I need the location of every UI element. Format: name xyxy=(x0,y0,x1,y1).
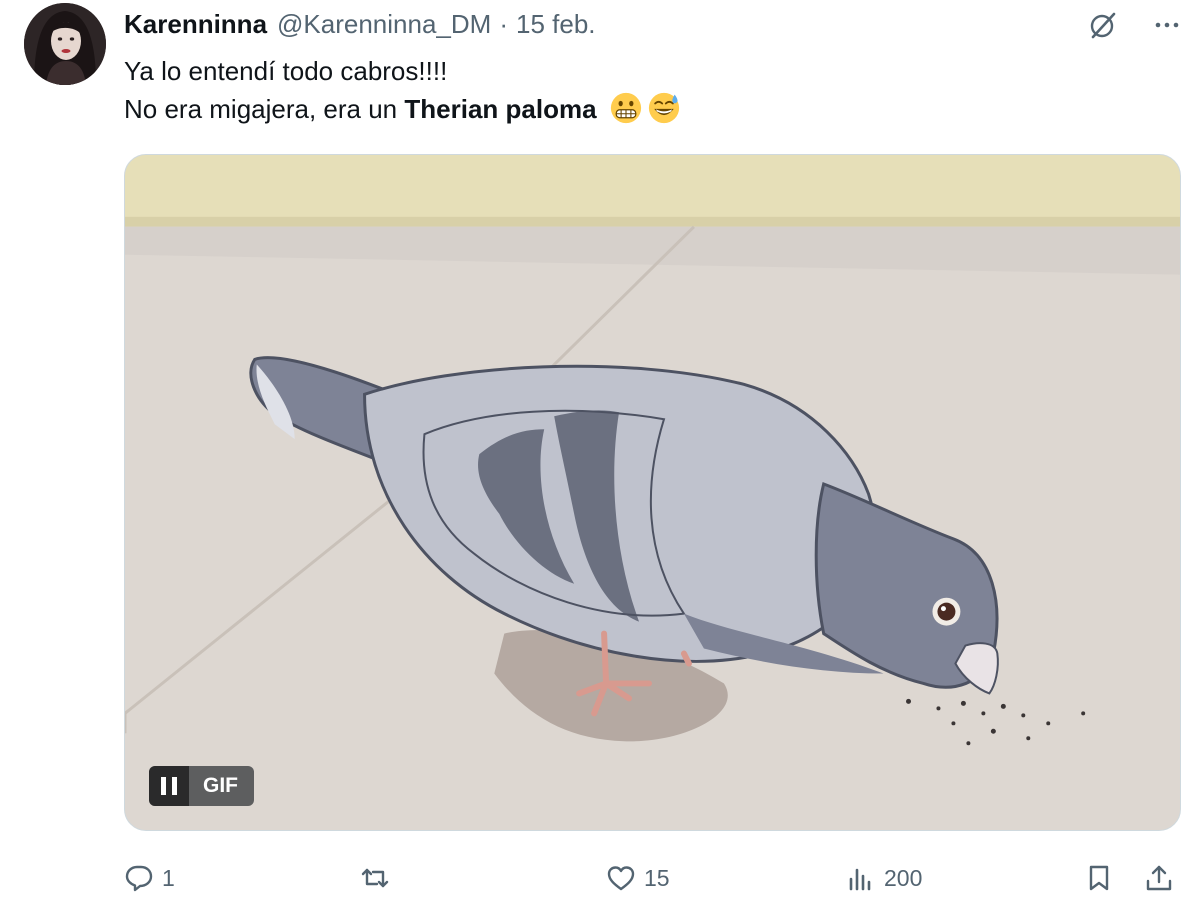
share-icon xyxy=(1146,865,1172,891)
tweet-actions: 1 15 200 xyxy=(124,856,1184,900)
tweet-date[interactable]: 15 feb. xyxy=(516,9,596,40)
tweet-text-prefix: No era migajera, era un xyxy=(124,94,405,124)
view-count: 200 xyxy=(884,864,923,891)
tweet-text-line-2: No era migajera, era un Therian paloma xyxy=(124,90,680,128)
pause-icon[interactable] xyxy=(149,766,189,806)
like-button[interactable]: 15 xyxy=(606,856,670,900)
pigeon-gif-frame xyxy=(125,155,1180,830)
gif-label: GIF xyxy=(203,774,238,797)
display-name[interactable]: Karenninna xyxy=(124,9,267,40)
separator: · xyxy=(499,8,508,39)
more-icon[interactable] xyxy=(1148,6,1186,44)
tweet-text-bold: Therian paloma xyxy=(404,94,597,124)
grok-icon[interactable] xyxy=(1084,6,1122,44)
tweet-text-line-1: Ya lo entendí todo cabros!!!! xyxy=(124,56,448,86)
bookmark-button[interactable] xyxy=(1084,856,1114,900)
tweet[interactable]: Karenninna @Karenninna_DM · 15 feb. Ya l… xyxy=(0,0,1200,900)
like-count: 15 xyxy=(644,864,670,891)
avatar-image xyxy=(24,3,106,85)
tweet-header: Karenninna @Karenninna_DM · 15 feb. xyxy=(124,6,596,42)
grinning-face-with-sweat-icon xyxy=(648,92,679,124)
header-actions xyxy=(1084,6,1186,44)
gif-media[interactable]: GIF xyxy=(124,154,1181,831)
bookmark-icon xyxy=(1089,865,1109,891)
reply-count: 1 xyxy=(162,864,175,891)
reply-button[interactable]: 1 xyxy=(124,856,175,900)
avatar[interactable] xyxy=(24,3,106,85)
repost-button[interactable] xyxy=(360,856,398,900)
views-icon xyxy=(849,868,871,891)
gif-badge[interactable]: GIF xyxy=(149,766,254,806)
reply-icon xyxy=(125,865,153,892)
views-button[interactable]: 200 xyxy=(846,856,922,900)
user-handle[interactable]: @Karenninna_DM xyxy=(277,9,491,40)
heart-icon xyxy=(607,866,635,891)
grimacing-face-icon xyxy=(610,92,641,124)
share-button[interactable] xyxy=(1144,856,1174,900)
tweet-text: Ya lo entendí todo cabros!!!! No era mig… xyxy=(124,52,680,128)
repost-icon xyxy=(361,868,389,888)
